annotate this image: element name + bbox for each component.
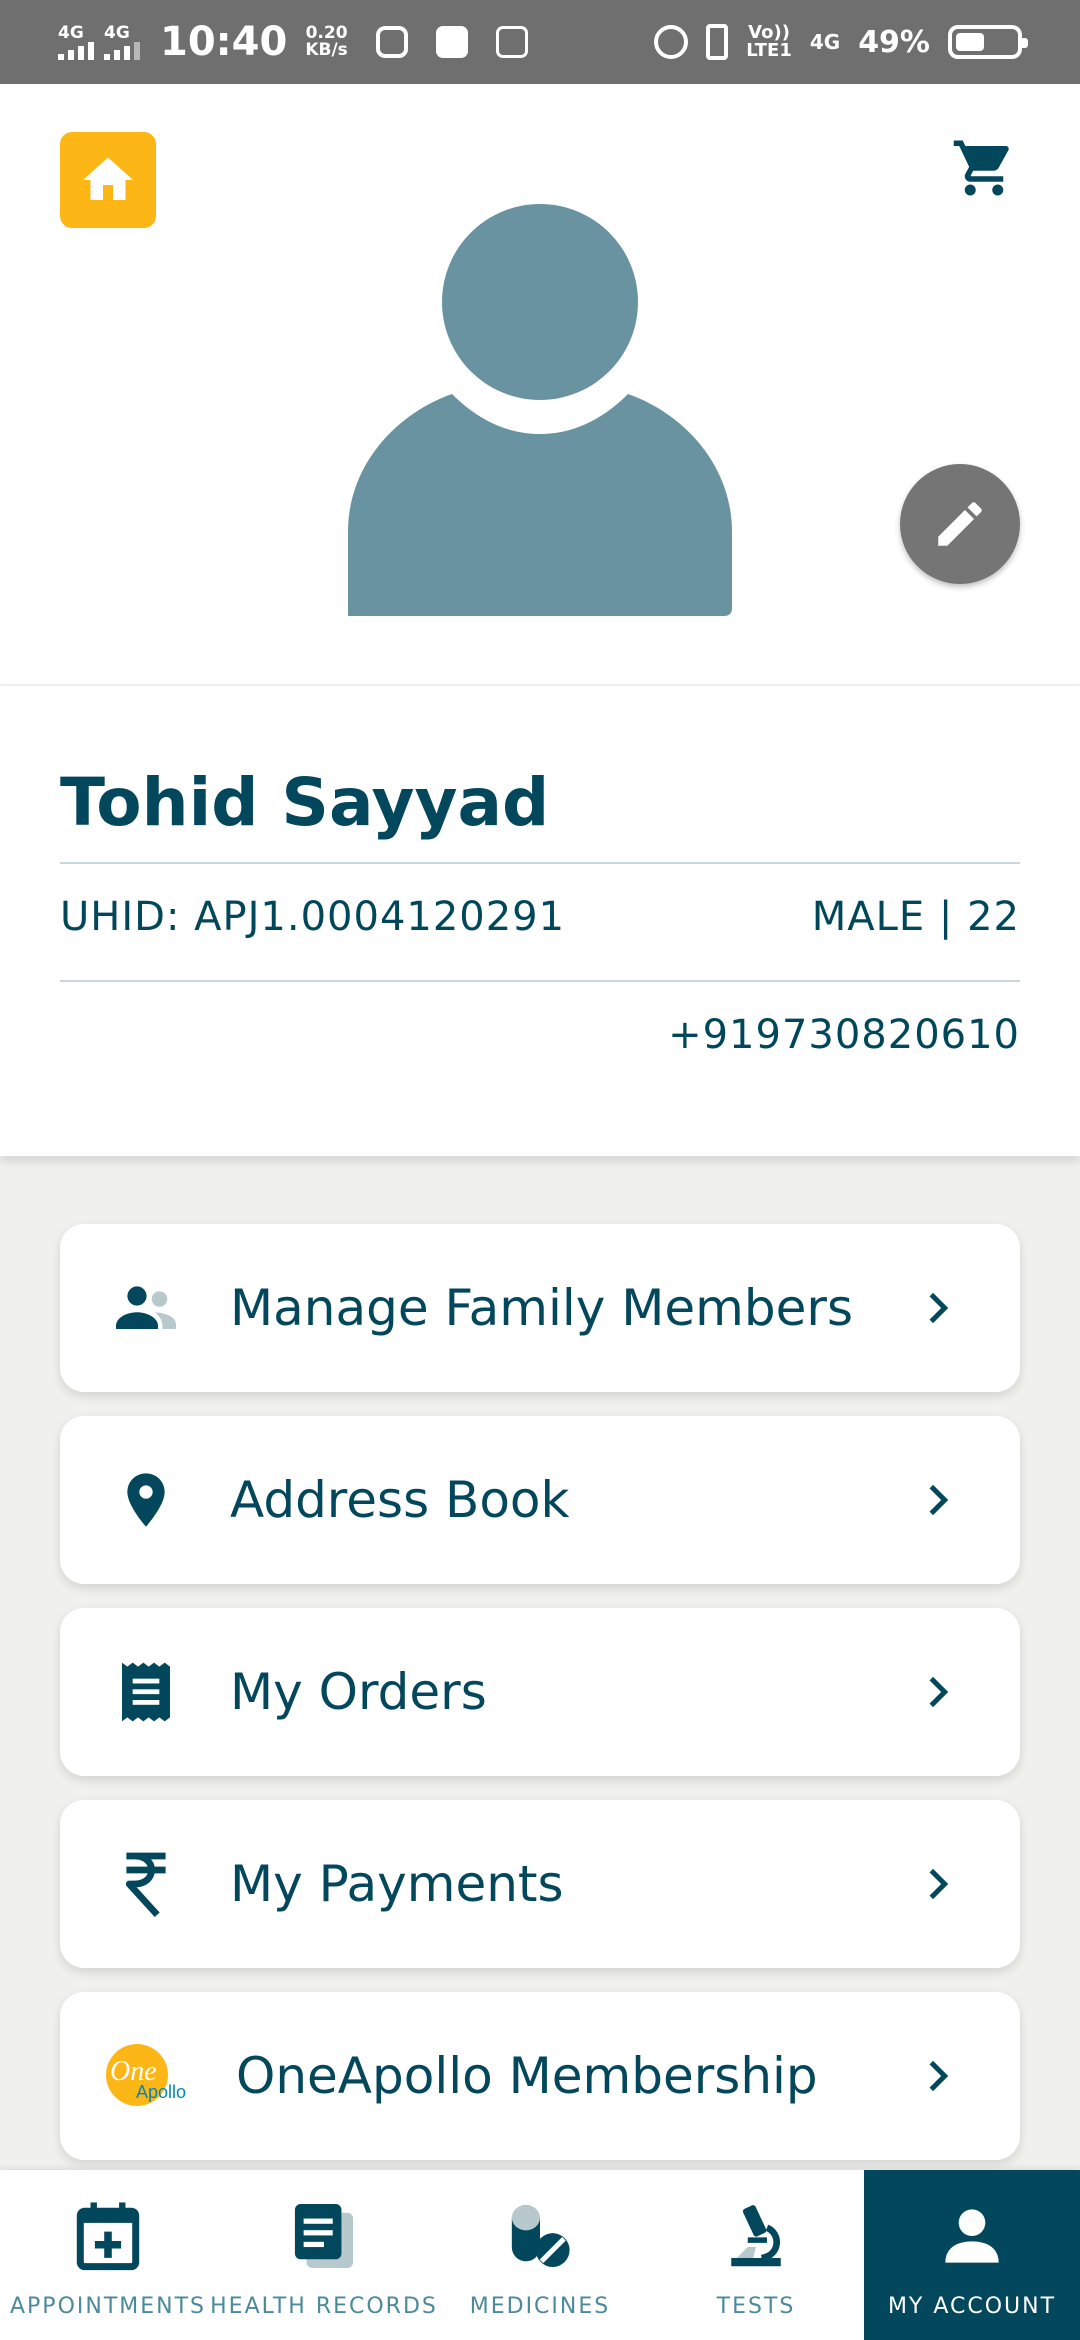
battery-icon <box>948 25 1028 59</box>
pencil-icon <box>938 502 982 546</box>
signal-2-label: 4G <box>104 22 130 43</box>
divider <box>60 862 1020 864</box>
gender-age: MALE | 22 <box>811 894 1020 940</box>
my-orders-button[interactable]: My Orders <box>60 1608 1020 1776</box>
menu-label: Manage Family Members <box>230 1279 853 1337</box>
my-payments-button[interactable]: My Payments <box>60 1800 1020 1968</box>
oneapollo-logo: One Apollo <box>106 2036 186 2116</box>
battery-percent: 49% <box>858 24 930 60</box>
menu-label: OneApollo Membership <box>236 2047 818 2105</box>
volte-indicator: Vo)) LTE1 <box>746 24 792 60</box>
rupee-icon <box>106 1844 186 1924</box>
nav-label: MY ACCOUNT <box>887 2294 1057 2319</box>
battery-fill <box>956 33 985 51</box>
medicines-icon <box>500 2196 580 2276</box>
tab-medicines[interactable]: MEDICINES <box>432 2170 648 2340</box>
divider <box>60 980 1020 982</box>
phone-number: +919730820610 <box>668 1012 1020 1058</box>
signal-1-label: 4G <box>58 22 84 43</box>
chevron-right-icon <box>918 1672 958 1712</box>
menu-label: Address Book <box>230 1471 570 1529</box>
nav-label: TESTS <box>716 2294 796 2319</box>
edit-profile-button[interactable] <box>900 464 1020 584</box>
manage-family-members-button[interactable]: Manage Family Members <box>60 1224 1020 1392</box>
microscope-icon <box>716 2196 796 2276</box>
nav-label: MEDICINES <box>469 2294 611 2319</box>
oneapollo-logo-apollo: Apollo <box>136 2082 187 2102</box>
network-speed: 0.20 KB/s <box>305 25 347 59</box>
network-speed-unit: KB/s <box>305 40 348 60</box>
chevron-right-icon <box>918 2056 958 2096</box>
shopping-bag-icon <box>435 26 468 58</box>
account-icon <box>932 2196 1012 2276</box>
profile-header <box>0 84 1080 684</box>
location-pin-icon <box>106 1460 186 1540</box>
cart-icon <box>953 140 1009 196</box>
profile-name: Tohid Sayyad <box>60 764 550 841</box>
tab-health-records[interactable]: HEALTH RECORDS <box>210 2170 436 2340</box>
network-type: 4G <box>809 30 841 54</box>
oneapollo-membership-button[interactable]: One Apollo OneApollo Membership <box>60 1992 1020 2160</box>
address-book-button[interactable]: Address Book <box>60 1416 1020 1584</box>
alarm-icon <box>654 25 689 59</box>
menu-label: My Orders <box>230 1663 487 1721</box>
home-button[interactable] <box>60 132 156 228</box>
tab-tests[interactable]: TESTS <box>648 2170 864 2340</box>
tab-my-account[interactable]: MY ACCOUNT <box>864 2170 1080 2340</box>
chevron-right-icon <box>918 1480 958 1520</box>
menu-label: My Payments <box>230 1855 564 1913</box>
play-store-icon <box>495 26 528 58</box>
home-icon <box>83 157 133 200</box>
receipt-icon <box>106 1652 186 1732</box>
health-records-icon <box>284 2196 364 2276</box>
status-bar: 4G 4G 10:40 0.20 KB/s Vo)) LTE1 4G 49% <box>0 0 1080 84</box>
clock: 10:40 <box>160 19 288 65</box>
calendar-plus-icon <box>68 2196 148 2276</box>
signal-indicator-1: 4G <box>58 22 94 60</box>
cart-button[interactable] <box>948 132 1020 204</box>
user-avatar-icon <box>348 204 732 616</box>
tab-appointments[interactable]: APPOINTMENTS <box>0 2170 216 2340</box>
instagram-icon <box>375 26 408 58</box>
profile-card: Tohid Sayyad UHID: APJ1.0004120291 MALE … <box>0 686 1080 1156</box>
nav-label: APPOINTMENTS <box>9 2294 207 2319</box>
nav-label: HEALTH RECORDS <box>210 2294 438 2319</box>
uhid: UHID: APJ1.0004120291 <box>60 894 566 940</box>
vibrate-icon <box>706 24 729 60</box>
volte-bottom: LTE1 <box>746 40 792 61</box>
signal-indicator-2: 4G <box>104 22 140 60</box>
family-icon <box>106 1268 186 1348</box>
chevron-right-icon <box>918 1864 958 1904</box>
chevron-right-icon <box>918 1288 958 1328</box>
bottom-navigation: APPOINTMENTS HEALTH RECORDS MEDICINES TE… <box>0 2170 1080 2340</box>
